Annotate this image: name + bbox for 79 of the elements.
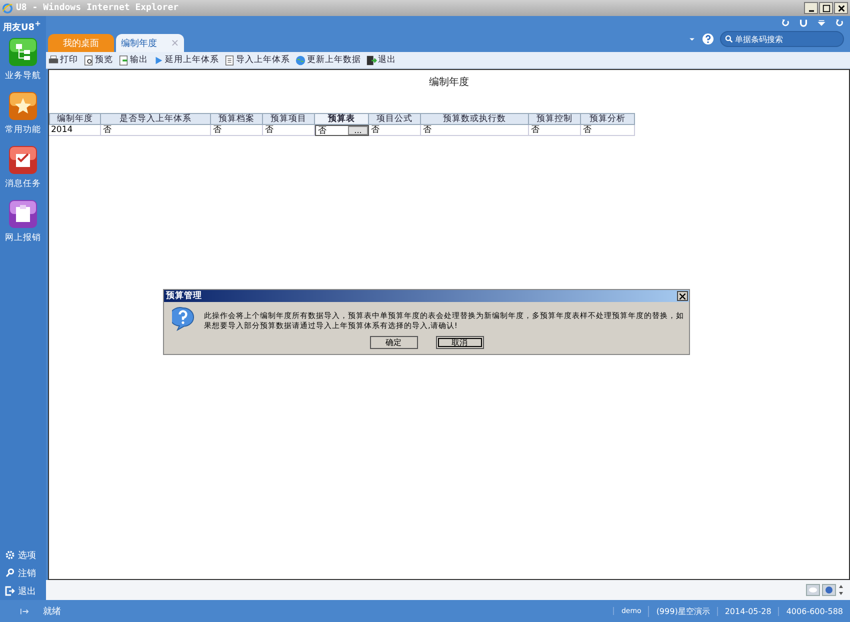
scroll-arrows-icon[interactable] xyxy=(838,584,844,596)
column-header[interactable]: 预算项目 xyxy=(263,113,315,125)
key-icon xyxy=(5,568,15,578)
printer-icon xyxy=(48,54,59,66)
document-icon xyxy=(118,54,129,66)
document-icon xyxy=(83,54,94,66)
toolbar-button[interactable]: 延用上年体系 xyxy=(153,54,219,66)
table-cell: 否 xyxy=(529,125,581,136)
account-name: (999)星空演示 xyxy=(648,606,717,616)
minimize-icon xyxy=(808,10,814,12)
search-field[interactable]: 单据条码搜索 xyxy=(720,31,844,47)
phone-number: 4006-600-588 xyxy=(778,606,850,616)
sidebar-item[interactable]: 消息任务 xyxy=(5,141,41,195)
sidebar-item[interactable]: 常用功能 xyxy=(5,87,41,141)
login-date: 2014-05-28 xyxy=(716,606,778,616)
arrow-icon xyxy=(20,606,29,616)
table-cell: 否 xyxy=(211,125,263,136)
maximize-icon xyxy=(822,4,830,12)
toolbar-button[interactable]: 输出 xyxy=(118,54,148,66)
tab[interactable]: 编制年度 × xyxy=(116,34,184,52)
dropdown-arrow-icon[interactable] xyxy=(817,18,826,27)
sidebar-link[interactable]: 选项 xyxy=(5,546,36,564)
search-input[interactable]: 单据条码搜索 xyxy=(735,32,839,46)
status-text: 就绪 xyxy=(43,606,61,618)
ellipsis-button[interactable]: ... xyxy=(348,126,368,135)
sidebar-link[interactable]: 退出 xyxy=(5,582,36,600)
table-cell: 否 xyxy=(263,125,315,136)
column-header[interactable]: 预算控制 xyxy=(529,113,581,125)
chat-icon[interactable] xyxy=(806,584,820,596)
exit-icon xyxy=(5,586,15,596)
cell-value: 否 xyxy=(318,126,328,135)
sidebar-link[interactable]: 注销 xyxy=(5,564,36,582)
close-icon xyxy=(679,292,686,300)
magnet-icon[interactable] xyxy=(799,18,808,27)
column-header[interactable]: 编制年度 xyxy=(49,113,101,125)
table-cell-editor[interactable]: 否 ... xyxy=(315,125,369,136)
sidebar-item[interactable]: 业务导航 xyxy=(5,33,41,87)
column-header[interactable]: 项目公式 xyxy=(369,113,421,125)
clipboard-icon xyxy=(8,199,38,229)
play-icon xyxy=(153,54,164,66)
toolbar-button[interactable]: 退出 xyxy=(366,54,396,66)
column-header[interactable]: 预算分析 xyxy=(581,113,635,125)
app-logo: 用友U8$^{+}$ xyxy=(2,18,41,33)
close-button[interactable] xyxy=(677,291,688,301)
globe-icon xyxy=(295,54,306,66)
toolbar-button[interactable]: 更新上年数据 xyxy=(295,54,361,66)
search-icon xyxy=(725,35,733,43)
dialog-button[interactable]: 取消 xyxy=(436,336,484,349)
question-icon xyxy=(172,307,194,331)
table-cell: 2014 xyxy=(49,125,101,136)
page-title: 编制年度 xyxy=(428,76,470,90)
dialog-button[interactable]: 确定 xyxy=(370,336,418,349)
column-header[interactable]: 预算档案 xyxy=(211,113,263,125)
folder-tree-icon xyxy=(8,37,38,67)
sidebar-item[interactable]: 网上报销 xyxy=(5,195,41,249)
column-header[interactable]: 预算数或执行数 xyxy=(421,113,529,125)
settings-icon xyxy=(5,550,15,560)
table-cell: 否 xyxy=(581,125,635,136)
document-icon xyxy=(224,54,235,66)
toolbar-button[interactable]: 打印 xyxy=(48,54,78,66)
toolbar-button[interactable]: 导入上年体系 xyxy=(224,54,290,66)
dialog-title: 预算管理 xyxy=(166,290,202,302)
close-icon xyxy=(836,4,846,12)
dropdown-arrow-icon[interactable] xyxy=(688,35,696,43)
exit-icon xyxy=(366,54,377,66)
close-button[interactable] xyxy=(834,2,848,14)
column-header[interactable]: 是否导入上年体系 xyxy=(101,113,211,125)
column-header[interactable]: 预算表 xyxy=(315,113,369,125)
toolbar-button[interactable]: 预览 xyxy=(83,54,113,66)
window-title: U8 - Windows Internet Explorer xyxy=(16,3,179,13)
table-cell: 否 xyxy=(369,125,421,136)
maximize-button[interactable] xyxy=(819,2,833,14)
table-cell: 否 xyxy=(101,125,211,136)
refresh-icon[interactable] xyxy=(781,18,790,27)
table-cell: 否 xyxy=(421,125,529,136)
minimize-button[interactable] xyxy=(804,2,818,14)
checklist-icon xyxy=(8,145,38,175)
browser-logo-icon xyxy=(2,2,13,14)
refresh-icon[interactable] xyxy=(835,18,844,27)
